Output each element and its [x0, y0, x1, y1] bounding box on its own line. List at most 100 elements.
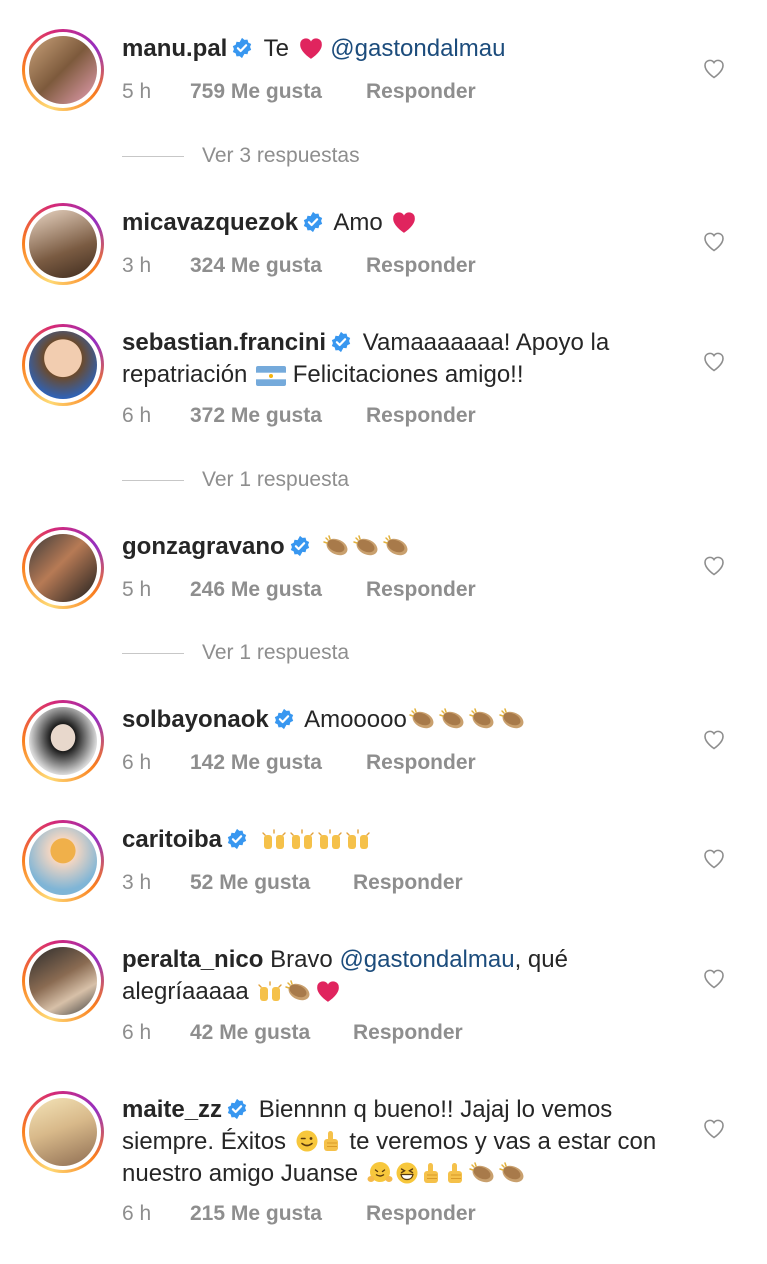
verified-badge-icon	[289, 535, 311, 557]
verified-badge-icon	[273, 708, 295, 730]
timestamp: 3 h	[122, 254, 152, 277]
username[interactable]: sebastian.francini	[122, 329, 326, 356]
comment-text: gonzagravano	[122, 531, 682, 563]
view-replies-label: Ver 1 respuesta	[202, 468, 350, 491]
argentina-flag-emoji	[256, 366, 286, 386]
heart-outline-icon[interactable]	[702, 350, 726, 372]
avatar[interactable]	[22, 940, 104, 1022]
likes-count[interactable]: 42 Me gusta	[190, 1021, 353, 1045]
reply-button[interactable]: Responder	[366, 80, 476, 104]
comment-body-cont: Felicitaciones amigo!!	[292, 361, 524, 388]
comment-meta: 5 h 759 Me gusta Responder	[122, 80, 476, 104]
comment-body: Amo	[333, 209, 383, 236]
hugging-face-emoji	[367, 1161, 393, 1185]
timestamp: 3 h	[122, 871, 152, 894]
username[interactable]: peralta_nico	[122, 946, 263, 973]
comment-text: solbayonaok Amooooo	[122, 704, 682, 736]
comment-meta: 6 h 142 Me gusta Responder	[122, 751, 476, 775]
username[interactable]: maite_zz	[122, 1096, 222, 1123]
comment-text: maite_zz Biennnn q bueno!! Jajaj lo vemo…	[122, 1094, 682, 1190]
comment-text: caritoiba	[122, 824, 682, 856]
verified-badge-icon	[226, 1098, 248, 1120]
mention-link[interactable]: @gastondalmau	[339, 946, 514, 973]
view-replies-label: Ver 3 respuestas	[202, 144, 360, 167]
reply-button[interactable]: Responder	[366, 751, 476, 775]
clapping-hands-emoji	[323, 534, 351, 558]
likes-count[interactable]: 372 Me gusta	[190, 404, 366, 428]
reply-button[interactable]: Responder	[366, 1202, 476, 1226]
heart-outline-icon[interactable]	[702, 728, 726, 750]
reply-button[interactable]: Responder	[353, 871, 463, 895]
username[interactable]: gonzagravano	[122, 533, 285, 560]
raising-hands-emoji	[261, 829, 287, 851]
avatar[interactable]	[22, 29, 104, 111]
comment-text: manu.pal Te @gastondalmau	[122, 33, 682, 65]
avatar[interactable]	[22, 1091, 104, 1173]
reply-button[interactable]: Responder	[353, 1021, 463, 1045]
likes-count[interactable]: 324 Me gusta	[190, 254, 366, 278]
red-heart-emoji	[298, 36, 324, 60]
username[interactable]: caritoiba	[122, 826, 222, 853]
timestamp: 6 h	[122, 751, 152, 774]
heart-outline-icon[interactable]	[702, 847, 726, 869]
divider	[122, 652, 184, 654]
verified-badge-icon	[231, 37, 253, 59]
raising-hands-emoji	[345, 829, 371, 851]
clapping-hands-emoji	[285, 979, 313, 1003]
likes-count[interactable]: 52 Me gusta	[190, 871, 353, 895]
mention-link[interactable]: @gastondalmau	[330, 35, 505, 62]
verified-badge-icon	[302, 211, 324, 233]
reply-button[interactable]: Responder	[366, 578, 476, 602]
timestamp: 6 h	[122, 1021, 152, 1044]
red-heart-emoji	[391, 210, 417, 234]
verified-badge-icon	[330, 331, 352, 353]
divider	[122, 155, 184, 157]
heart-outline-icon[interactable]	[702, 967, 726, 989]
comment-text: micavazquezok Amo	[122, 207, 682, 239]
comment-meta: 6 h 42 Me gusta Responder	[122, 1021, 463, 1045]
avatar[interactable]	[22, 527, 104, 609]
likes-count[interactable]: 142 Me gusta	[190, 751, 366, 775]
avatar[interactable]	[22, 700, 104, 782]
thumbs-up-emoji	[445, 1161, 467, 1185]
thumbs-up-emoji	[421, 1161, 443, 1185]
reply-button[interactable]: Responder	[366, 254, 476, 278]
likes-count[interactable]: 759 Me gusta	[190, 80, 366, 104]
comment-text: sebastian.francini Vamaaaaaaa! Apoyo la …	[122, 327, 682, 391]
clapping-hands-emoji	[383, 534, 411, 558]
avatar[interactable]	[22, 820, 104, 902]
timestamp: 6 h	[122, 1202, 152, 1225]
heart-outline-icon[interactable]	[702, 57, 726, 79]
view-replies-label: Ver 1 respuesta	[202, 641, 350, 664]
username[interactable]: manu.pal	[122, 35, 227, 62]
red-heart-emoji	[315, 979, 341, 1003]
comment-meta: 6 h 215 Me gusta Responder	[122, 1202, 476, 1226]
heart-outline-icon[interactable]	[702, 1117, 726, 1139]
heart-outline-icon[interactable]	[702, 230, 726, 252]
timestamp: 5 h	[122, 578, 152, 601]
view-replies-button[interactable]: Ver 1 respuesta	[122, 468, 349, 492]
avatar[interactable]	[22, 203, 104, 285]
comment-body: Amooooo	[304, 706, 407, 733]
raising-hands-emoji	[317, 829, 343, 851]
username[interactable]: micavazquezok	[122, 209, 298, 236]
likes-count[interactable]: 215 Me gusta	[190, 1202, 366, 1226]
timestamp: 6 h	[122, 404, 152, 427]
clapping-hands-emoji	[353, 534, 381, 558]
avatar[interactable]	[22, 324, 104, 406]
winking-face-emoji	[295, 1129, 319, 1153]
comment-meta: 6 h 372 Me gusta Responder	[122, 404, 476, 428]
clapping-hands-emoji	[499, 707, 527, 731]
username[interactable]: solbayonaok	[122, 706, 269, 733]
clapping-hands-emoji	[469, 707, 497, 731]
comment-body: Te	[263, 35, 289, 62]
view-replies-button[interactable]: Ver 3 respuestas	[122, 144, 360, 168]
clapping-hands-emoji	[499, 1161, 527, 1185]
heart-outline-icon[interactable]	[702, 554, 726, 576]
grinning-squinting-emoji	[395, 1161, 419, 1185]
view-replies-button[interactable]: Ver 1 respuesta	[122, 641, 349, 665]
reply-button[interactable]: Responder	[366, 404, 476, 428]
comment-meta: 5 h 246 Me gusta Responder	[122, 578, 476, 602]
likes-count[interactable]: 246 Me gusta	[190, 578, 366, 602]
comment-body: Bravo	[270, 946, 333, 973]
